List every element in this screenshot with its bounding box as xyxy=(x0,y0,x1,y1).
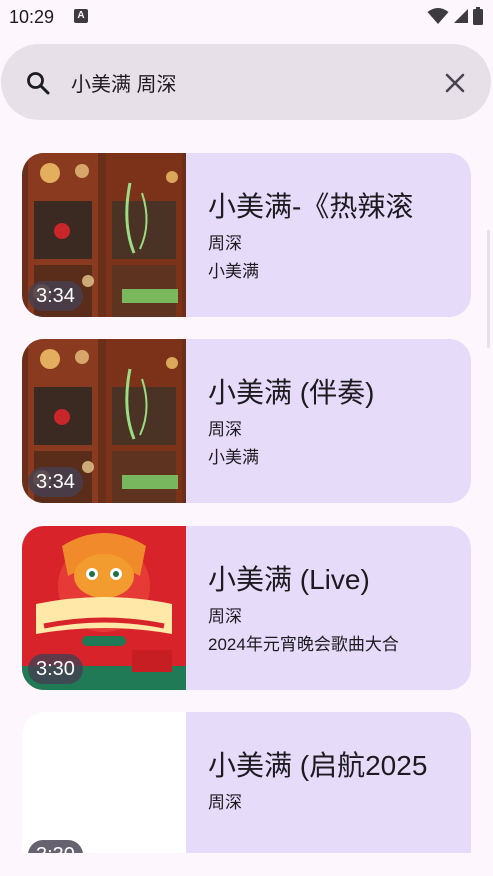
status-bar: 10:29 A xyxy=(0,0,493,34)
song-title: 小美满 (启航2025 xyxy=(208,750,428,781)
notification-icon: A xyxy=(74,9,88,23)
wifi-icon xyxy=(427,8,449,24)
song-title: 小美满 (伴奏) xyxy=(208,377,375,408)
song-album: 小美满 xyxy=(208,262,259,281)
close-icon[interactable] xyxy=(443,71,467,95)
duration-badge: 3:34 xyxy=(28,281,83,311)
song-artist: 周深 xyxy=(208,420,242,439)
signal-icon xyxy=(454,9,468,23)
list-item[interactable]: 3:34 小美满 (伴奏) 周深 小美满 xyxy=(22,339,471,503)
duration-badge: 3:30 xyxy=(28,654,83,684)
search-icon[interactable] xyxy=(25,70,51,96)
status-icons xyxy=(427,6,483,26)
thumbnail: 3:30 xyxy=(22,712,186,853)
duration-badge: 3:34 xyxy=(28,467,83,497)
song-album: 2024年元宵晚会歌曲大合 xyxy=(208,635,399,654)
list-item[interactable]: 3:30 小美满 (Live) 周深 2024年元宵晚会歌曲大合 xyxy=(22,526,471,690)
list-item[interactable]: 3:34 小美满-《热辣滚 周深 小美满 xyxy=(22,153,471,317)
song-title: 小美满 (Live) xyxy=(208,564,370,595)
song-title: 小美满-《热辣滚 xyxy=(208,191,414,222)
thumbnail: 3:30 xyxy=(22,526,186,690)
thumbnail: 3:34 xyxy=(22,339,186,503)
song-artist: 周深 xyxy=(208,607,242,626)
song-album: 小美满 xyxy=(208,448,259,467)
thumbnail: 3:34 xyxy=(22,153,186,317)
search-bar xyxy=(1,44,491,120)
scrollbar[interactable] xyxy=(487,230,490,348)
battery-icon xyxy=(473,7,483,25)
list-item[interactable]: 3:30 小美满 (启航2025 周深 xyxy=(22,712,471,853)
status-time: 10:29 xyxy=(9,7,55,27)
results-list: 3:34 小美满-《热辣滚 周深 小美满 3:34 小美满 (伴奏) 周深 小美… xyxy=(22,153,471,853)
duration-badge: 3:30 xyxy=(28,840,83,853)
search-input[interactable] xyxy=(71,66,411,98)
song-artist: 周深 xyxy=(208,234,242,253)
song-artist: 周深 xyxy=(208,793,242,812)
